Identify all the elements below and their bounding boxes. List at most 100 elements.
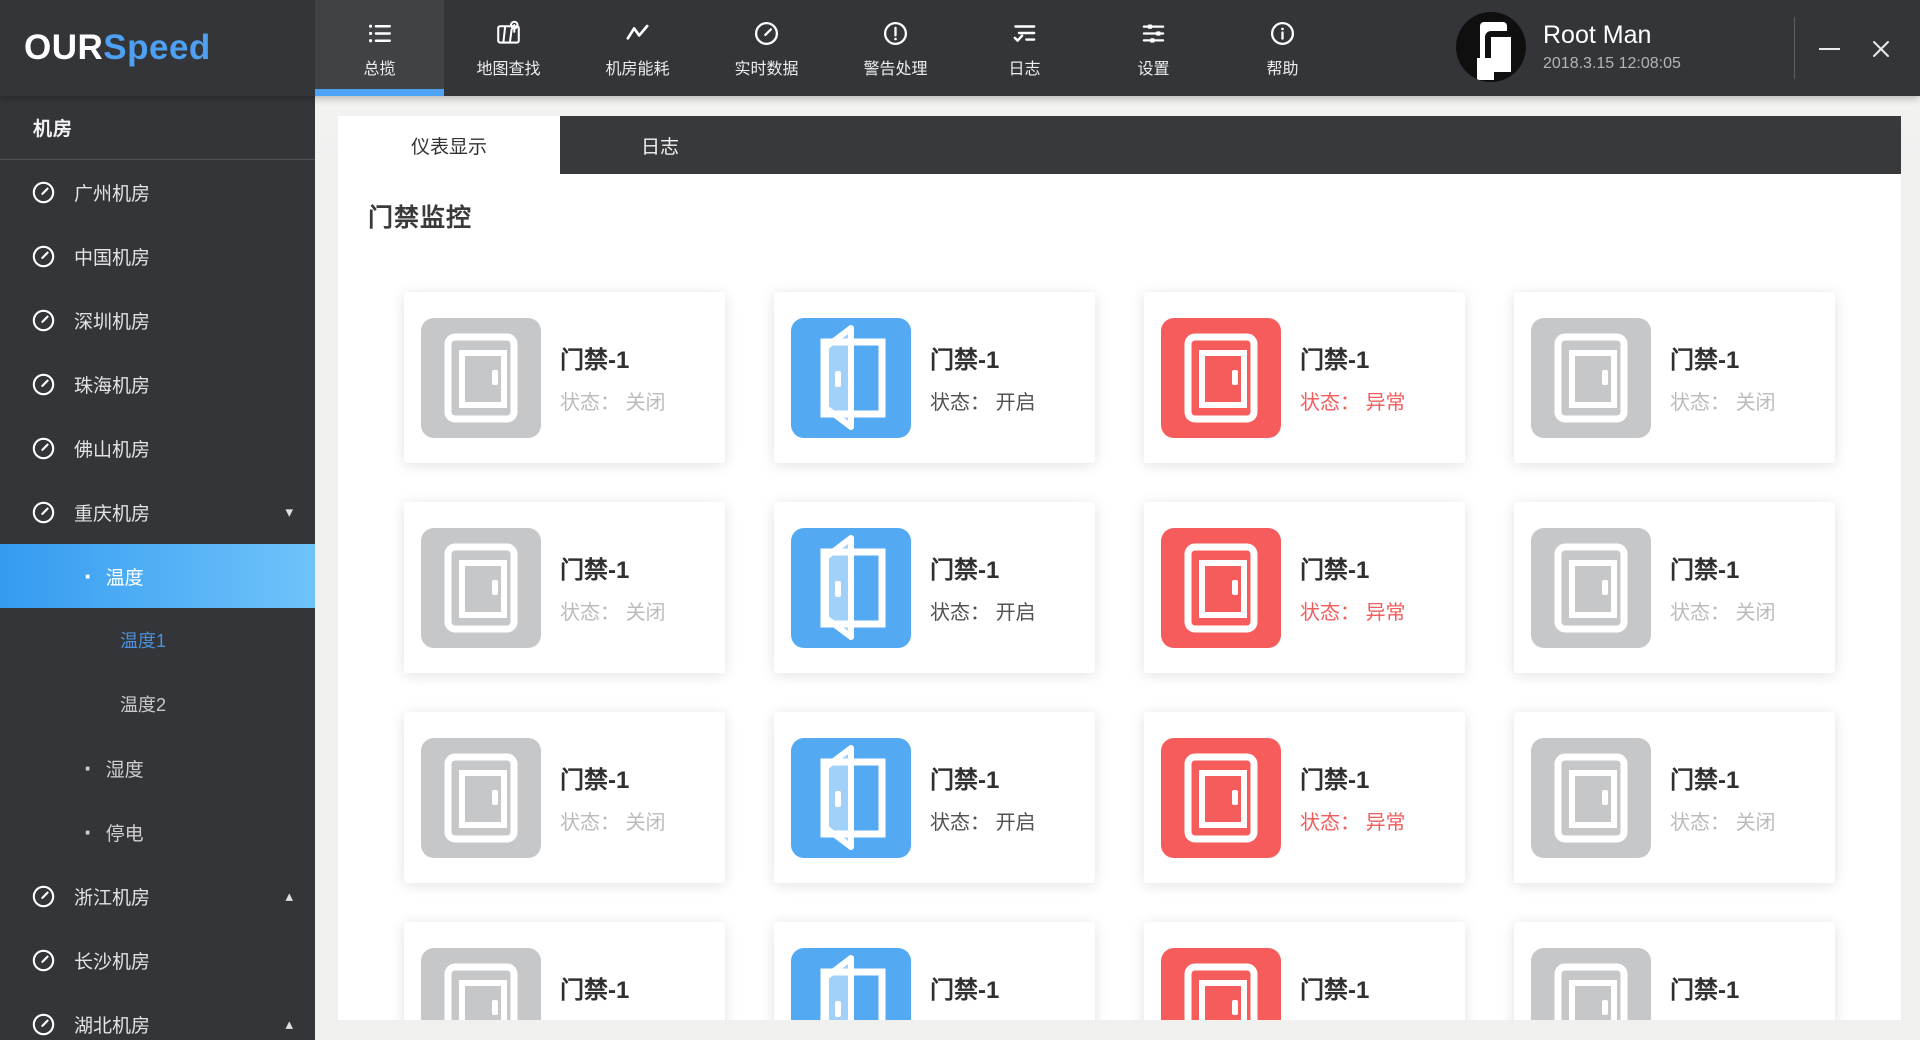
room-label: 中国机房 <box>74 247 151 269</box>
nav-item-realtime-data[interactable]: 实时数据 <box>702 0 831 96</box>
door-status: 状态： 异常 <box>1300 812 1406 834</box>
door-card[interactable]: 门禁-1 状态： 关闭 <box>1514 712 1835 883</box>
door-title: 门禁-1 <box>1300 977 1370 1004</box>
tab-log[interactable]: 日志 <box>560 116 760 174</box>
door-card[interactable]: 门禁-1 状态： 关闭 <box>1514 292 1835 463</box>
door-status: 状态： 开启 <box>930 392 1036 414</box>
energy-wave-icon <box>626 24 649 40</box>
door-title: 门禁-1 <box>1300 347 1370 374</box>
door-abnormal-icon <box>1161 947 1281 1020</box>
gauge-icon <box>32 373 55 395</box>
nav-item-overview[interactable]: 总揽 <box>315 0 444 96</box>
top-nav: 总揽 地图查找 机房能耗 实时数据 警告处理 日志 设置 帮助 <box>315 0 1347 96</box>
door-open-icon <box>791 527 911 648</box>
nav-label: 日志 <box>1008 61 1041 78</box>
door-card[interactable]: 门禁-1 状态： 异常 <box>1144 292 1465 463</box>
alert-circle-icon <box>883 21 908 46</box>
door-card[interactable]: 门禁-1 状态： 异常 <box>1144 502 1465 673</box>
nav-item-map-search[interactable]: 地图查找 <box>444 0 573 96</box>
sidebar-item-humidity[interactable]: 湿度 <box>0 736 315 800</box>
door-card[interactable]: 门禁-1 状态： 开启 <box>774 292 1095 463</box>
sidebar-item-shenzhen[interactable]: 深圳机房 <box>0 288 315 352</box>
window-divider <box>1794 17 1795 79</box>
room-label: 长沙机房 <box>74 951 151 973</box>
nav-item-logs[interactable]: 日志 <box>960 0 1089 96</box>
door-status: 状态： 关闭 <box>1670 602 1776 624</box>
app-logo: OUR Speed <box>0 0 315 96</box>
user-info: Root Man 2018.3.15 12:08:05 <box>1543 21 1681 73</box>
chevron-down-icon[interactable] <box>285 503 293 521</box>
room-label: 重庆机房 <box>74 503 151 525</box>
sub-label: 温度 <box>105 567 144 589</box>
door-card[interactable]: 门禁-1 状态： 关闭 <box>1514 922 1835 1020</box>
door-card[interactable]: 门禁-1 状态： 关闭 <box>404 292 725 463</box>
door-card[interactable]: 门禁-1 状态： 关闭 <box>404 502 725 673</box>
sub-label: 湿度 <box>105 759 144 781</box>
door-card[interactable]: 门禁-1 状态： 关闭 <box>404 712 725 883</box>
gauge-icon <box>754 21 779 46</box>
door-status: 状态： 关闭 <box>560 602 666 624</box>
chevron-up-icon[interactable] <box>285 887 293 905</box>
door-status: 状态： 开启 <box>930 812 1036 834</box>
room-label: 深圳机房 <box>74 311 151 333</box>
door-status: 状态： 关闭 <box>560 812 666 834</box>
door-card[interactable]: 门禁-1 状态： 开启 <box>774 922 1095 1020</box>
sidebar-item-chongqing[interactable]: 重庆机房 <box>0 480 315 544</box>
door-card[interactable]: 门禁-1 状态： 异常 <box>1144 922 1465 1020</box>
door-card[interactable]: 门禁-1 状态： 关闭 <box>1514 502 1835 673</box>
nav-label: 机房能耗 <box>605 61 670 78</box>
gauge-icon <box>32 885 55 907</box>
door-title: 门禁-1 <box>930 557 1000 584</box>
sidebar-item-hubei[interactable]: 湖北机房 <box>0 992 315 1040</box>
chevron-up-icon[interactable] <box>285 1015 293 1033</box>
door-title: 门禁-1 <box>1670 347 1740 374</box>
sidebar-item-zhongguo[interactable]: 中国机房 <box>0 224 315 288</box>
user-name: Root Man <box>1543 21 1652 49</box>
door-open-icon <box>791 737 911 858</box>
gauge-icon <box>32 309 55 331</box>
minimize-button[interactable] <box>1812 36 1846 62</box>
door-card[interactable]: 门禁-1 状态： 开启 <box>774 502 1095 673</box>
sidebar-item-guangzhou[interactable]: 广州机房 <box>0 160 315 224</box>
avatar[interactable] <box>1455 11 1527 83</box>
door-title: 门禁-1 <box>1300 557 1370 584</box>
door-title: 门禁-1 <box>1670 977 1740 1004</box>
nav-label: 总揽 <box>363 61 396 78</box>
brand-prefix: OUR <box>24 28 104 67</box>
door-open-icon <box>791 317 911 438</box>
brand-suffix: Speed <box>103 28 211 67</box>
door-closed-icon <box>421 737 541 858</box>
door-card[interactable]: 门禁-1 状态： 关闭 <box>404 922 725 1020</box>
topbar: OUR Speed 总揽 地图查找 机房能耗 实时数据 警告处理 日志 设置 帮… <box>0 0 1920 96</box>
door-open-icon <box>791 947 911 1020</box>
nav-item-energy[interactable]: 机房能耗 <box>573 0 702 96</box>
subsub-label: 温度2 <box>120 695 167 715</box>
tab-dashboard[interactable]: 仪表显示 <box>338 116 560 174</box>
sidebar-item-temperature-1[interactable]: 温度1 <box>0 608 315 672</box>
nav-item-help[interactable]: 帮助 <box>1218 0 1347 96</box>
gauge-icon <box>32 245 55 267</box>
door-closed-icon <box>1531 317 1651 438</box>
door-title: 门禁-1 <box>930 977 1000 1004</box>
list-icon <box>367 23 391 44</box>
nav-item-alert-handling[interactable]: 警告处理 <box>831 0 960 96</box>
close-icon <box>1873 41 1889 57</box>
sidebar-item-power-outage[interactable]: 停电 <box>0 800 315 864</box>
door-title: 门禁-1 <box>560 767 630 794</box>
sidebar-item-zhejiang[interactable]: 浙江机房 <box>0 864 315 928</box>
door-card[interactable]: 门禁-1 状态： 开启 <box>774 712 1095 883</box>
sidebar: 机房 广州机房 中国机房 深圳机房 珠海机房 佛山机房 重庆机房 温度 <box>0 96 315 1040</box>
door-card[interactable]: 门禁-1 状态： 异常 <box>1144 712 1465 883</box>
door-status: 状态： 关闭 <box>560 1016 666 1020</box>
sidebar-item-zhuhai[interactable]: 珠海机房 <box>0 352 315 416</box>
door-closed-icon <box>1531 527 1651 648</box>
section-title: 门禁监控 <box>368 204 473 232</box>
gauge-icon <box>32 1013 55 1035</box>
sidebar-item-temperature[interactable]: 温度 <box>0 544 315 608</box>
door-status: 状态： 开启 <box>930 1016 1036 1020</box>
close-button[interactable] <box>1864 36 1898 62</box>
sidebar-item-changsha[interactable]: 长沙机房 <box>0 928 315 992</box>
sidebar-item-foshan[interactable]: 佛山机房 <box>0 416 315 480</box>
sidebar-item-temperature-2[interactable]: 温度2 <box>0 672 315 736</box>
nav-item-settings[interactable]: 设置 <box>1089 0 1218 96</box>
